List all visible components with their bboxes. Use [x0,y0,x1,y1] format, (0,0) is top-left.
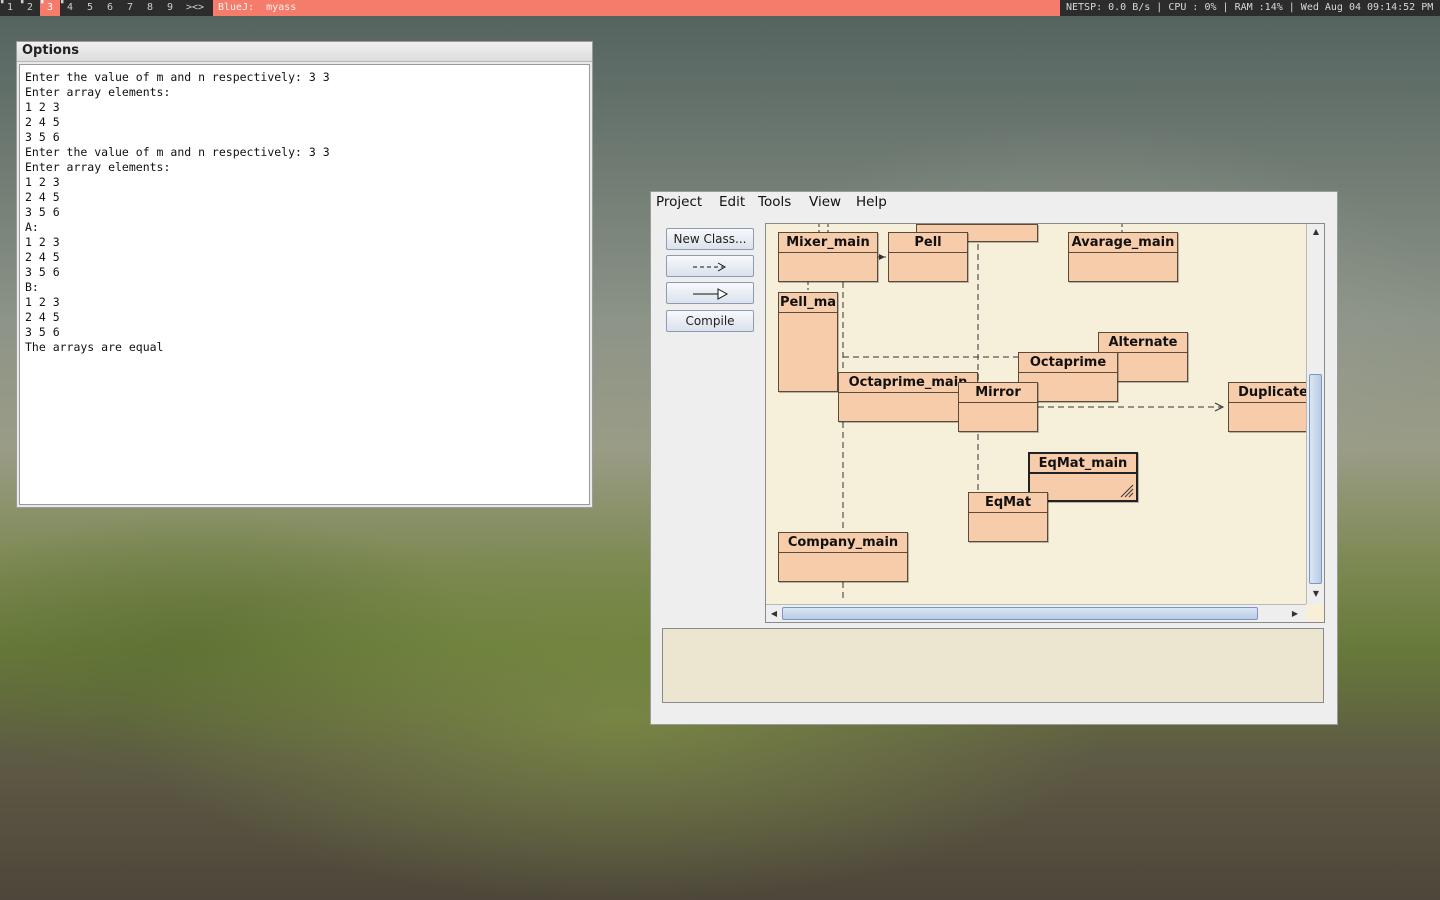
class-box-mirror[interactable]: Mirror [958,382,1038,432]
class-name: Alternate [1099,333,1187,353]
output-line: 2 4 5 [25,250,60,264]
workspace-6[interactable]: 6 [100,0,120,16]
scroll-down-icon[interactable]: ▼ [1309,589,1323,599]
menu-help[interactable]: Help [856,193,887,211]
output-line: Enter array elements: [25,85,171,99]
output-line: The arrays are equal [25,340,164,354]
class-name: Mixer_main [779,233,877,253]
output-line: 3 5 6 [25,265,60,279]
output-line: Enter the value of m and n respectively:… [25,145,330,159]
class-box-mixer-main[interactable]: Mixer_main [778,232,878,282]
dashed-arrow-icon [693,262,727,272]
uses-arrow-button[interactable] [666,255,754,277]
output-line: 1 2 3 [25,175,60,189]
output-line: 3 5 6 [25,205,60,219]
tool-panel: New Class... Compile [651,212,764,641]
output-line: 2 4 5 [25,190,60,204]
workspace-3[interactable]: ▘ 3 [40,0,60,16]
class-name: Duplicate [1229,383,1306,403]
workspace-9[interactable]: 9 [160,0,180,16]
output-line: 2 4 5 [25,115,60,129]
new-class-button[interactable]: New Class... [666,228,754,250]
menu-view[interactable]: View [809,193,841,211]
output-line: Enter the value of m and n respectively:… [25,70,330,84]
class-name: Company_main [779,533,907,553]
class-name: Avarage_main [1069,233,1177,253]
class-name: Pell_ma [779,293,837,313]
class-diagram[interactable]: Mixer_main Pell Avarage_main Pell_ma Alt… [766,224,1306,604]
class-box-eqmat[interactable]: EqMat [968,492,1048,542]
top-status-bar: ▘ 1 ▘ 2 ▘ 3 ▘ 4 5 6 7 8 9 ><> BlueJ: myass N… [0,0,1440,16]
output-line: 1 2 3 [25,235,60,249]
workspace-4[interactable]: ▘ 4 [60,0,80,16]
output-line: 3 5 6 [25,325,60,339]
output-line: 3 5 6 [25,130,60,144]
menu-bar: Project Edit Tools View Help [651,192,1337,212]
class-name: Octaprime_main [839,373,977,393]
class-name: Pell [889,233,967,253]
class-name: EqMat [969,493,1047,513]
scroll-left-icon[interactable]: ◀ [767,609,781,619]
options-window: Options Enter the value of m and n respe… [16,41,593,508]
class-box-avarage-main[interactable]: Avarage_main [1068,232,1178,282]
output-line: Enter array elements: [25,160,171,174]
class-box-pell[interactable]: Pell [888,232,968,282]
class-name: Octaprime [1019,353,1117,373]
output-line: 1 2 3 [25,100,60,114]
output-line: A: [25,220,39,234]
system-stats: NETSP: 0.0 B/s | CPU : 0% | RAM :14% | W… [1066,2,1434,13]
workspace-1[interactable]: ▘ 1 [0,0,20,16]
menu-tools[interactable]: Tools [758,193,791,211]
vertical-scroll-thumb[interactable] [1309,374,1322,584]
class-box-company-main[interactable]: Company_main [778,532,908,582]
output-line: 1 2 3 [25,295,60,309]
vertical-scrollbar[interactable]: ▲ ▼ [1306,224,1324,604]
workspace-7[interactable]: 7 [120,0,140,16]
class-name: EqMat_main [1030,454,1136,474]
bluej-window: Project Edit Tools View Help New Class..… [650,191,1338,725]
compile-button[interactable]: Compile [666,310,754,332]
solid-arrow-icon [693,288,729,300]
class-box-duplicate[interactable]: Duplicate [1228,382,1306,432]
scroll-right-icon[interactable]: ▶ [1288,609,1302,619]
class-box-octaprime-main[interactable]: Octaprime_main [838,372,978,422]
menu-edit[interactable]: Edit [719,193,745,211]
menu-project[interactable]: Project [656,193,702,211]
resize-grip-icon[interactable] [1120,484,1134,498]
workspace-8[interactable]: 8 [140,0,160,16]
output-line: B: [25,280,39,294]
terminal-output[interactable]: Enter the value of m and n respectively:… [19,64,590,505]
status-area [662,628,1324,703]
active-window-title: BlueJ: myass [213,0,1060,16]
output-line: 2 4 5 [25,310,60,324]
horizontal-scroll-thumb[interactable] [782,607,1258,620]
horizontal-scrollbar[interactable]: ◀ ▶ [766,604,1306,622]
workspace-2[interactable]: ▘ 2 [20,0,40,16]
class-name: Mirror [959,383,1037,403]
inheritance-arrow-button[interactable] [666,282,754,304]
options-window-title: Options [17,42,592,62]
workspace-5[interactable]: 5 [80,0,100,16]
class-box-pell-main[interactable]: Pell_ma [778,292,838,392]
layout-indicator[interactable]: ><> [180,0,210,16]
class-diagram-frame: Mixer_main Pell Avarage_main Pell_ma Alt… [765,223,1325,623]
scroll-up-icon[interactable]: ▲ [1309,227,1323,237]
